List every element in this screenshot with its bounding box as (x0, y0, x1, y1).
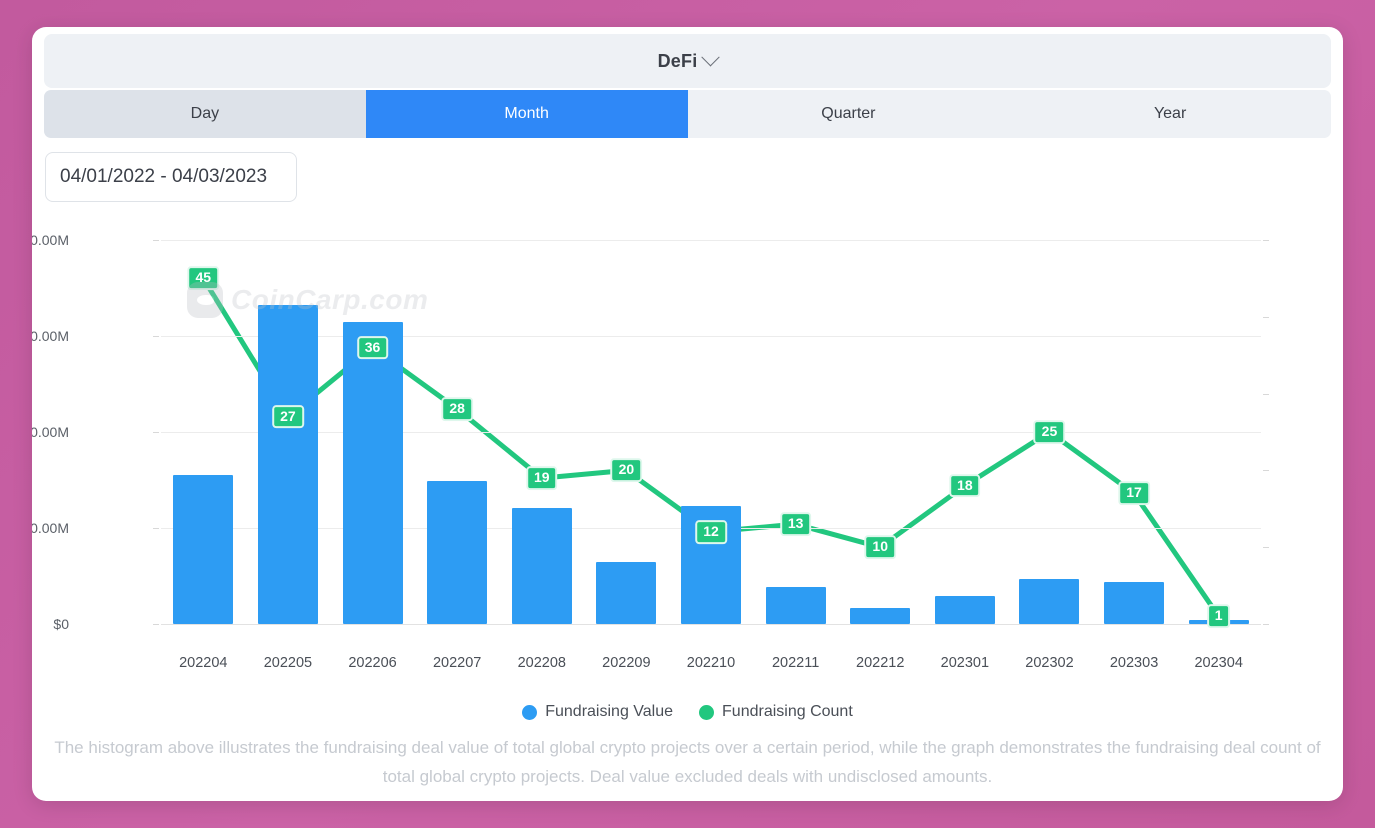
gridline (161, 432, 1261, 433)
legend-item-value[interactable]: Fundraising Value (522, 703, 673, 721)
line-point-label-202208[interactable]: 19 (526, 466, 558, 490)
line-point-label-202206[interactable]: 36 (357, 336, 389, 360)
legend-dot-icon (699, 705, 714, 720)
tab-label: Month (504, 105, 548, 123)
x-axis-label: 202211 (772, 655, 819, 671)
page-background: DeFi Day Month Quarter Year 04/01/2022 - 04… (0, 0, 1375, 828)
line-point-label-202207[interactable]: 28 (441, 397, 473, 421)
line-point-label-202304[interactable]: 1 (1207, 604, 1231, 628)
bar-202204[interactable] (173, 475, 233, 624)
y-axis-right-tick (1263, 624, 1269, 625)
tab-month[interactable]: Month (366, 90, 688, 138)
gridline (161, 336, 1261, 337)
bar-202211[interactable] (766, 587, 826, 624)
y-axis-left-label: $0 (53, 616, 69, 632)
bar-202301[interactable] (935, 596, 995, 624)
date-range-value: 04/01/2022 - 04/03/2023 (60, 166, 267, 188)
chart-legend: Fundraising Value Fundraising Count (32, 703, 1343, 721)
bar-202207[interactable] (427, 481, 487, 624)
y-axis-right-tick (1263, 317, 1269, 318)
bar-202205[interactable] (258, 305, 318, 624)
line-point-label-202205[interactable]: 27 (272, 405, 304, 429)
period-tabs: Day Month Quarter Year (44, 90, 1331, 138)
x-axis-label: 202303 (1110, 655, 1158, 671)
x-axis-label: 202208 (518, 655, 566, 671)
chart-description: The histogram above illustrates the fund… (50, 733, 1325, 791)
y-axis-left-tick (153, 624, 159, 625)
x-axis-label: 202212 (856, 655, 904, 671)
y-axis-left-label: $800.00M (32, 232, 69, 248)
x-axis-label: 202204 (179, 655, 227, 671)
x-axis-label: 202302 (1025, 655, 1073, 671)
line-point-label-202212[interactable]: 10 (864, 535, 896, 559)
tab-label: Day (191, 105, 219, 123)
legend-dot-icon (522, 705, 537, 720)
y-axis-left-label: $600.00M (32, 328, 69, 344)
bar-202212[interactable] (850, 608, 910, 624)
chevron-down-icon (702, 48, 720, 66)
bar-202302[interactable] (1019, 579, 1079, 624)
x-axis-label: 202301 (941, 655, 989, 671)
x-axis-label: 202304 (1194, 655, 1242, 671)
bar-202209[interactable] (596, 562, 656, 624)
gridline (161, 624, 1261, 625)
line-point-label-202210[interactable]: 12 (695, 520, 727, 544)
chart-card: DeFi Day Month Quarter Year 04/01/2022 - 04… (32, 27, 1343, 801)
y-axis-left-tick (153, 528, 159, 529)
category-selector[interactable]: DeFi (44, 34, 1331, 88)
tab-label: Year (1154, 105, 1186, 123)
y-axis-left-tick (153, 336, 159, 337)
x-axis-label: 202207 (433, 655, 481, 671)
plot-area: $0$200.00M$400.00M$600.00M$800.00M010203… (161, 240, 1261, 624)
x-axis-label: 202210 (687, 655, 735, 671)
gridline (161, 240, 1261, 241)
legend-label: Fundraising Value (545, 703, 673, 721)
y-axis-left-label: $400.00M (32, 424, 69, 440)
line-point-label-202303[interactable]: 17 (1118, 482, 1150, 506)
tab-quarter[interactable]: Quarter (688, 90, 1010, 138)
y-axis-left-tick (153, 432, 159, 433)
line-point-label-202211[interactable]: 13 (780, 512, 812, 536)
tab-day[interactable]: Day (44, 90, 366, 138)
x-axis-label: 202205 (264, 655, 312, 671)
line-point-label-202209[interactable]: 20 (611, 459, 643, 483)
x-axis-label: 202206 (348, 655, 396, 671)
y-axis-right-tick (1263, 394, 1269, 395)
line-point-label-202301[interactable]: 18 (949, 474, 981, 498)
date-range-input[interactable]: 04/01/2022 - 04/03/2023 (45, 152, 297, 202)
legend-item-count[interactable]: Fundraising Count (699, 703, 853, 721)
y-axis-right-tick (1263, 470, 1269, 471)
bar-202206[interactable] (343, 322, 403, 624)
chart-canvas: $0$200.00M$400.00M$600.00M$800.00M010203… (32, 217, 1343, 697)
tab-label: Quarter (821, 105, 875, 123)
legend-label: Fundraising Count (722, 703, 853, 721)
category-label: DeFi (658, 51, 698, 72)
bar-202208[interactable] (512, 508, 572, 624)
x-axis-label: 202209 (602, 655, 650, 671)
y-axis-left-label: $200.00M (32, 520, 69, 536)
bar-202303[interactable] (1104, 582, 1164, 624)
tab-year[interactable]: Year (1009, 90, 1331, 138)
line-point-label-202302[interactable]: 25 (1034, 420, 1066, 444)
y-axis-left-tick (153, 240, 159, 241)
y-axis-right-tick (1263, 240, 1269, 241)
line-point-label-202204[interactable]: 45 (188, 267, 220, 291)
y-axis-right-tick (1263, 547, 1269, 548)
